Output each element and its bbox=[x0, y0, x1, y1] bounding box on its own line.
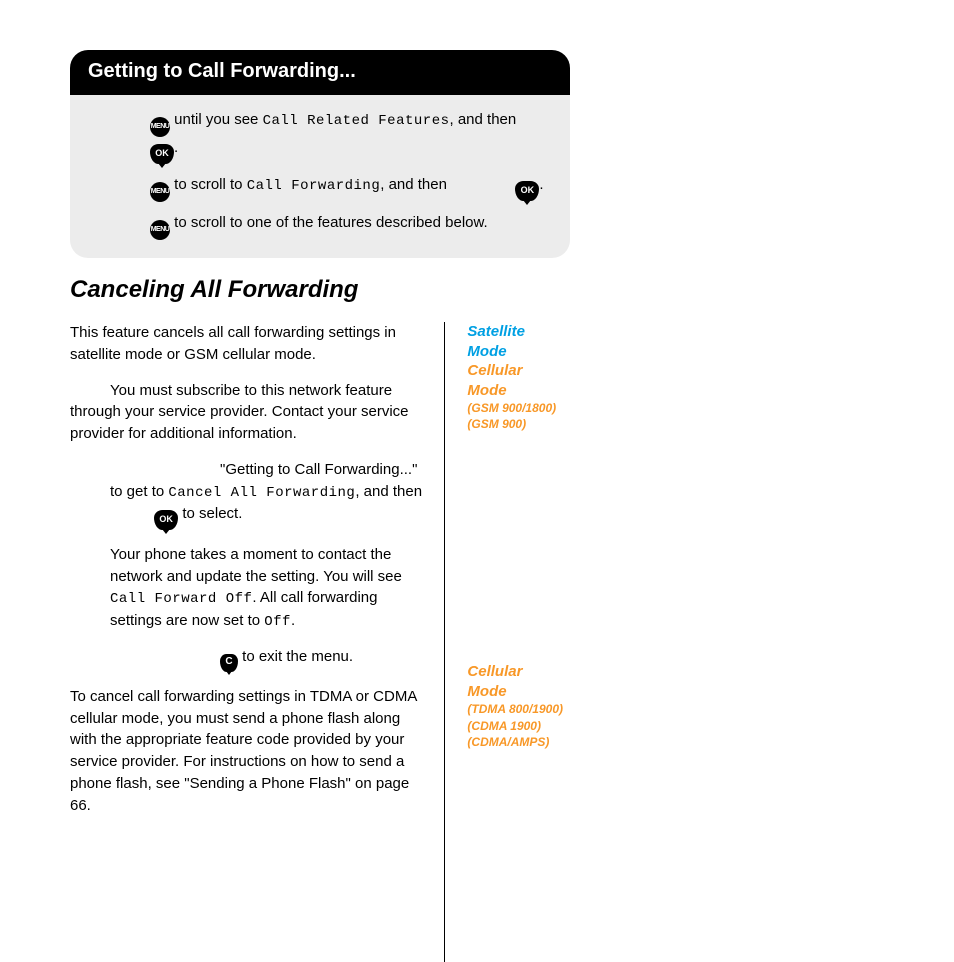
page: Getting to Call Forwarding... MENU until… bbox=[0, 0, 954, 954]
text: , and then bbox=[355, 483, 422, 500]
section-heading: Canceling All Forwarding bbox=[70, 276, 564, 304]
getting-to-box: Getting to Call Forwarding... MENU until… bbox=[70, 50, 570, 258]
ok-icon: OK bbox=[154, 510, 178, 530]
cellular-mode-label: Cellular Mode bbox=[467, 361, 564, 400]
mode-block-2: Cellular Mode (TDMA 800/1900) (CDMA 1900… bbox=[467, 662, 564, 750]
text: . bbox=[539, 176, 543, 193]
ok-icon: OK bbox=[515, 181, 539, 201]
box-title: Getting to Call Forwarding... bbox=[70, 50, 570, 95]
text: until you see bbox=[170, 111, 263, 128]
two-columns: This feature cancels all call forwarding… bbox=[70, 322, 564, 962]
network-sublabel: (GSM 900/1800) bbox=[467, 400, 564, 416]
ok-icon: OK bbox=[150, 144, 174, 164]
menu-icon: MENU bbox=[150, 117, 170, 137]
display-text: Cancel All Forwarding bbox=[168, 485, 355, 501]
text: Your phone takes a moment to contact the… bbox=[110, 546, 402, 585]
text: to exit the menu. bbox=[238, 648, 353, 665]
menu-icon: MENU bbox=[150, 182, 170, 202]
paragraph: You must subscribe to this network featu… bbox=[70, 380, 422, 445]
main-column: This feature cancels all call forwarding… bbox=[70, 322, 444, 962]
paragraph: C to exit the menu. bbox=[110, 646, 422, 672]
c-icon: C bbox=[220, 654, 238, 672]
text: to scroll to bbox=[170, 176, 247, 193]
text: to scroll to one of the features describ… bbox=[170, 214, 488, 231]
step-1: MENU until you see Call Related Features… bbox=[150, 109, 550, 164]
text: , and then bbox=[450, 111, 517, 128]
text: , and then bbox=[380, 176, 451, 193]
paragraph: This feature cancels all call forwarding… bbox=[70, 322, 422, 366]
text: You must subscribe to this network featu… bbox=[70, 382, 409, 443]
mode-block-1: Satellite Mode Cellular Mode (GSM 900/18… bbox=[467, 322, 564, 432]
display-text: Call Forward Off bbox=[110, 591, 252, 607]
network-sublabel: (GSM 900) bbox=[467, 416, 564, 432]
step-3: MENU to scroll to one of the features de… bbox=[150, 212, 550, 240]
box-body: MENU until you see Call Related Features… bbox=[70, 95, 570, 258]
menu-icon: MENU bbox=[150, 220, 170, 240]
display-text: Call Related Features bbox=[263, 113, 450, 129]
display-text: Off bbox=[264, 614, 291, 630]
side-column: Satellite Mode Cellular Mode (GSM 900/18… bbox=[444, 322, 564, 962]
text: to select. bbox=[178, 505, 242, 522]
step-2: MENU to scroll to Call Forwarding, and t… bbox=[150, 174, 550, 202]
paragraph: "Getting to Call Forwarding..." to get t… bbox=[110, 459, 422, 530]
network-sublabel: (CDMA/AMPS) bbox=[467, 734, 564, 750]
cellular-mode-label: Cellular Mode bbox=[467, 662, 564, 701]
network-sublabel: (TDMA 800/1900) bbox=[467, 701, 564, 717]
paragraph: To cancel call forwarding settings in TD… bbox=[70, 686, 422, 817]
text: . bbox=[291, 612, 295, 629]
network-sublabel: (CDMA 1900) bbox=[467, 718, 564, 734]
satellite-mode-label: Satellite Mode bbox=[467, 322, 564, 361]
paragraph: Your phone takes a moment to contact the… bbox=[110, 544, 422, 632]
text: . bbox=[174, 139, 178, 156]
display-text: Call Forwarding bbox=[247, 178, 381, 194]
